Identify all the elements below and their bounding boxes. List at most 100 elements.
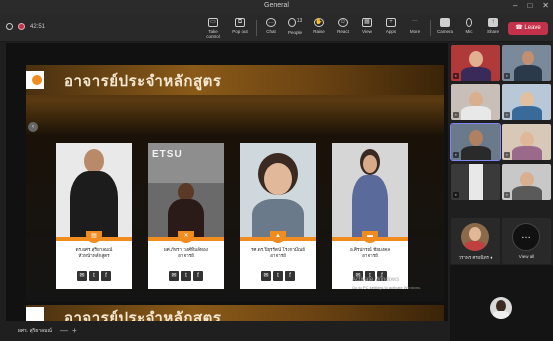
facebook-icon[interactable]: f (101, 271, 111, 281)
twitter-icon[interactable]: t (89, 271, 99, 281)
faculty-role: อาจารย์ (270, 253, 286, 258)
faculty-photo: ETSU (148, 143, 224, 237)
more-label: More (409, 29, 421, 34)
chat-button[interactable]: … Chat (260, 18, 282, 34)
teams-window: General – □ ✕ 42:51 ▭ Take control ⧉ Pop… (0, 0, 553, 341)
maximize-button[interactable]: □ (527, 1, 532, 10)
chat-label: Chat (266, 29, 276, 34)
social-links: ✉ t f (240, 271, 316, 281)
people-label: People (287, 30, 302, 35)
pop-out-button[interactable]: ⧉ Pop out (229, 18, 251, 34)
raise-hand-button[interactable]: ✋ Raise (308, 18, 330, 34)
share-button[interactable]: ↑ Share (482, 18, 504, 34)
take-control-button[interactable]: ▭ Take control (202, 18, 224, 39)
social-links: ✉ t f (56, 271, 132, 281)
participant-tile[interactable]: ▪ (502, 164, 551, 200)
twitter-icon[interactable]: t (273, 271, 283, 281)
shared-screen: อาจารย์ประจำหลักสูตร ▤ ดร.ผศร.สุริยาลมณ์… (6, 43, 448, 321)
share-icon: ↑ (488, 18, 498, 27)
mic-icon: ▪ (504, 192, 510, 198)
faculty-name: ผศ.ภัทรา วงศ์ทิมล์ทอง อาจารย์ (150, 247, 222, 259)
social-links: ✉ t f (148, 271, 224, 281)
participant-tile[interactable]: ▪ (502, 124, 551, 160)
mic-icon: ▪ (453, 73, 459, 79)
window-title: General (264, 2, 289, 9)
take-control-label: Take control (206, 29, 220, 39)
meeting-toolbar: 42:51 ▭ Take control ⧉ Pop out … Chat 13… (0, 14, 553, 42)
faculty-name-line1: รศ.ดร.ปิยุรรัตน์ โรงกามีณย์ (251, 247, 305, 252)
grid-view-icon: ▦ (362, 18, 372, 27)
email-icon[interactable]: ✉ (261, 271, 271, 281)
faculty-card: ▲ รศ.ดร.ปิยุรรัตน์ โรงกามีณย์ อาจารย์ ✉ … (240, 143, 316, 289)
participant-tile-speaking[interactable]: ▪ (450, 123, 501, 161)
mic-label: Mic (465, 29, 473, 34)
mic-icon: ♦ (490, 255, 493, 260)
participant-tile[interactable]: ▪ (451, 45, 500, 81)
people-icon (287, 18, 296, 27)
faculty-name-line1: ผศ.ภัทรา วงศ์ทิมล์ทอง (164, 247, 208, 252)
mic-icon: ▪ (504, 112, 510, 118)
meeting-status: 42:51 (6, 23, 45, 30)
arrow-left-icon[interactable]: ‹ (28, 122, 38, 132)
avatar (461, 223, 489, 251)
presentation-slide: อาจารย์ประจำหลักสูตร ▤ ดร.ผศร.สุริยาลมณ์… (26, 65, 444, 301)
tools-icon: ✕ (178, 231, 194, 243)
participant-name: วราพร ศรอนิทร ♦ (451, 254, 500, 261)
react-button[interactable]: ☺ React (332, 18, 354, 34)
faculty-card: ETSU ✕ ผศ.ภัทรา วงศ์ทิมล์ทอง อาจารย์ ✉ t… (148, 143, 224, 289)
view-all-label: View all (518, 254, 535, 259)
share-label: Share (486, 29, 499, 34)
shield-icon (6, 23, 13, 30)
email-icon[interactable]: ✉ (77, 271, 87, 281)
react-label: React (337, 29, 349, 34)
faculty-photo (332, 143, 408, 237)
faculty-role: อาจารย์ (362, 253, 378, 258)
activate-windows-watermark: Activate Windows Go to PC settings to ac… (352, 277, 421, 292)
view-all-button[interactable]: … View all (502, 218, 551, 264)
building-sign: ETSU (152, 149, 183, 160)
participant-tile[interactable]: ▪ (451, 84, 500, 120)
facebook-icon[interactable]: f (193, 271, 203, 281)
next-slide-title: อาจารย์ประจำหลักสูตร (64, 310, 222, 321)
recording-icon (18, 23, 25, 30)
participant-avatar-tile[interactable]: วราพร ศรอนิทร ♦ (451, 218, 500, 264)
more-button[interactable]: ··· More (404, 18, 426, 34)
faculty-role: หัวหน้าหลักสูตร (78, 253, 110, 258)
apps-icon: + (386, 18, 396, 27)
title-bar: General – □ ✕ (0, 0, 553, 14)
chat-icon: … (266, 18, 276, 27)
leave-label: Leave (524, 25, 541, 31)
mic-icon: ▪ (504, 152, 510, 158)
faculty-card: ▤ ดร.ผศร.สุริยาลมณ์ หัวหน้าหลักสูตร ✉ t … (56, 143, 132, 289)
email-icon[interactable]: ✉ (169, 271, 179, 281)
participant-name-text: วราพร ศรอนิทร (458, 255, 489, 260)
person-icon: ▲ (270, 231, 286, 243)
mic-button[interactable]: Mic (458, 18, 480, 34)
book-icon: ▤ (86, 231, 102, 243)
camera-button[interactable]: Camera (434, 18, 456, 34)
share-info-bar: ผศร. สุริยาลมณ์ — + (0, 321, 448, 341)
smiley-icon: ☺ (338, 18, 348, 27)
facebook-icon[interactable]: f (285, 271, 295, 281)
more-icon: … (512, 223, 540, 251)
pop-out-label: Pop out (232, 29, 248, 34)
raise-label: Raise (313, 29, 325, 34)
view-label: View (362, 29, 372, 34)
twitter-icon[interactable]: t (181, 271, 191, 281)
participant-tile[interactable]: ▪ (502, 84, 551, 120)
participant-tile[interactable]: ▪ (451, 164, 500, 200)
leave-button[interactable]: ☎ Leave (508, 22, 548, 35)
people-button[interactable]: 13 People (284, 18, 306, 35)
chat-bubble-icon: ▬ (362, 231, 378, 243)
minimize-button[interactable]: – (513, 1, 517, 10)
view-button[interactable]: ▦ View (356, 18, 378, 34)
faculty-name: รศ.ดร.ปิยุรรัตน์ โรงกามีณย์ อาจารย์ (242, 247, 314, 259)
hand-icon: ✋ (314, 18, 324, 27)
participant-tile[interactable]: ▪ (502, 45, 551, 81)
zoom-in-button[interactable]: + (72, 326, 77, 335)
apps-button[interactable]: + Apps (380, 18, 402, 34)
zoom-out-button[interactable]: — (60, 326, 68, 335)
close-button[interactable]: ✕ (542, 1, 549, 10)
faculty-card: ▬ อ.ศิรปกรณ์ ชัยมงคล อาจารย์ ✉ t f (332, 143, 408, 289)
camera-off-icon (440, 18, 450, 27)
